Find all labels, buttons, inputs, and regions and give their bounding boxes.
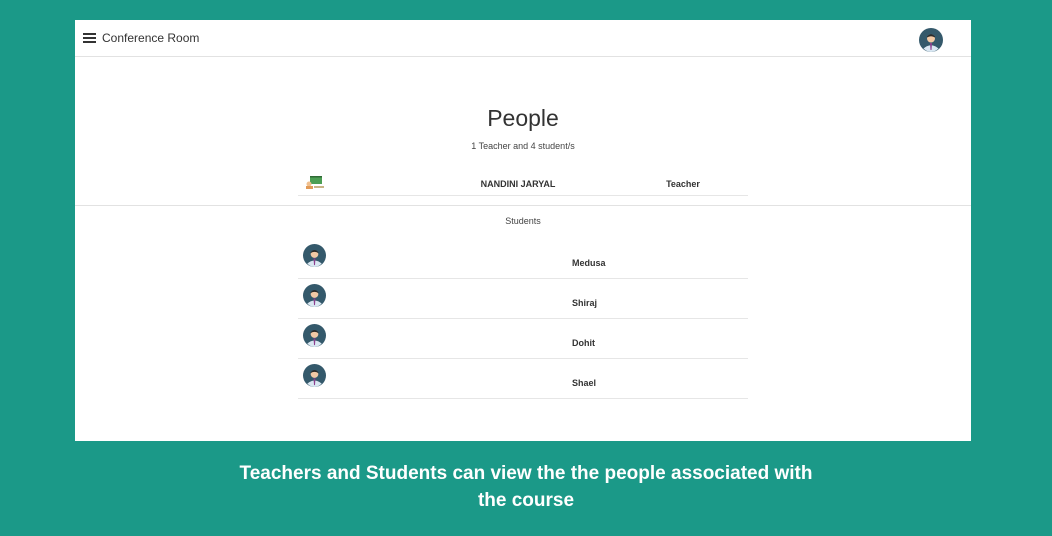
menu-icon[interactable] — [83, 33, 96, 43]
student-row: Dohit — [298, 319, 748, 359]
student-avatar-icon[interactable] — [303, 284, 326, 307]
student-name: Shiraj — [572, 298, 598, 308]
teacher-row: NANDINI JARYAL Teacher — [298, 171, 748, 196]
student-name: Shael — [572, 378, 597, 388]
student-avatar-icon[interactable] — [303, 324, 326, 347]
teacher-board-icon — [306, 176, 324, 189]
caption: Teachers and Students can view the the p… — [0, 460, 1052, 514]
caption-line-2: the course — [477, 490, 575, 511]
people-count: 1 Teacher and 4 student/s — [471, 141, 575, 151]
teacher-name: NANDINI JARYAL — [480, 179, 556, 189]
app-frame: Conference Room People 1 Teacher and 4 s… — [75, 20, 971, 441]
student-avatar-icon[interactable] — [303, 244, 326, 267]
student-avatar-icon[interactable] — [303, 364, 326, 387]
profile-avatar-icon[interactable] — [919, 28, 943, 52]
section-divider — [75, 205, 971, 206]
student-row: Medusa — [298, 239, 748, 279]
top-app-bar: Conference Room — [75, 20, 971, 57]
student-name: Medusa — [572, 258, 606, 268]
student-name: Dohit — [572, 338, 595, 348]
student-row: Shiraj — [298, 279, 748, 319]
app-title: Conference Room — [102, 31, 200, 45]
caption-line-1: Teachers and Students can view the the p… — [239, 463, 813, 484]
students-section-label: Students — [505, 216, 541, 226]
teacher-role: Teacher — [666, 179, 700, 189]
page-title: People — [487, 105, 559, 131]
student-row: Shael — [298, 359, 748, 399]
